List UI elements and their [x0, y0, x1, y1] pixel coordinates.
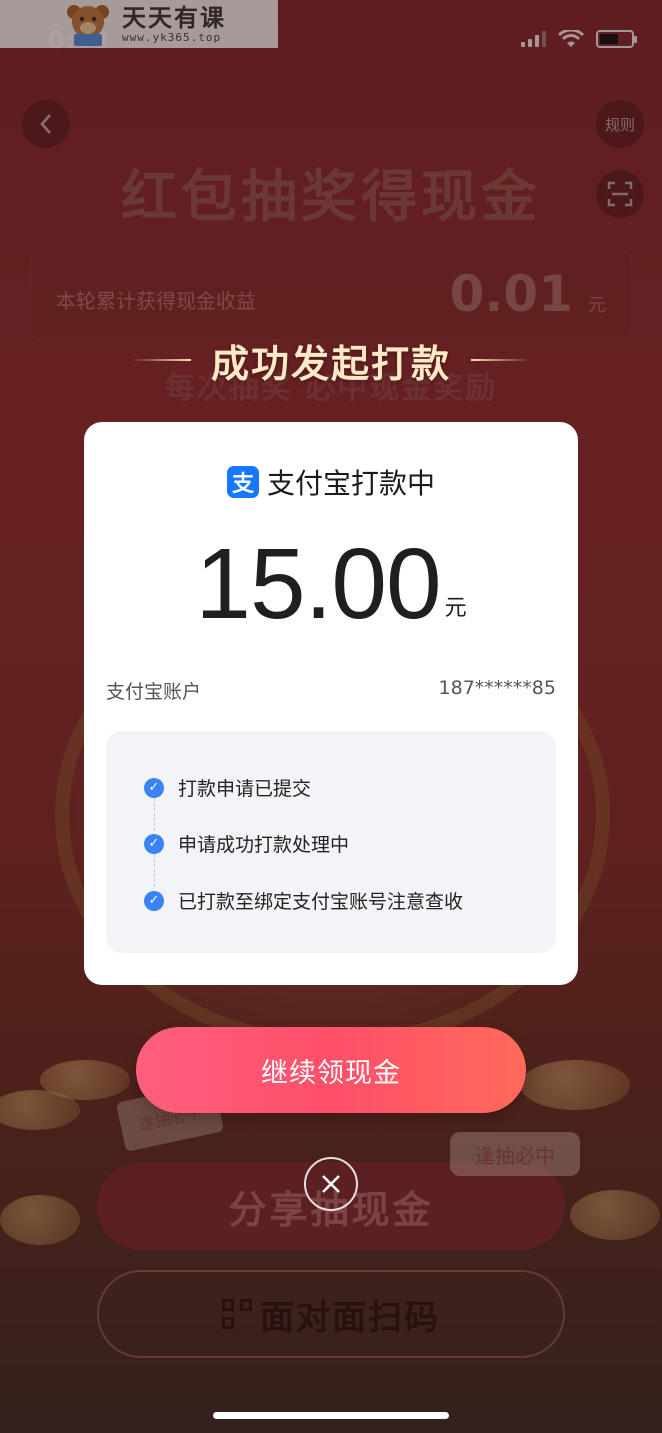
card-header: 支 支付宝打款中 — [84, 462, 578, 502]
step-item: ✓ 申请成功打款处理中 — [144, 830, 349, 857]
progress-steps: ✓ 打款申请已提交 ✓ 申请成功打款处理中 ✓ 已打款至绑定支付宝账号注意查收 — [106, 731, 556, 953]
heading-divider-left — [130, 359, 191, 361]
step-text: 申请成功打款处理中 — [178, 834, 350, 856]
amount-row: 15.00 元 — [84, 534, 578, 634]
check-icon: ✓ — [144, 890, 164, 911]
success-title: 成功发起打款 — [210, 341, 451, 386]
success-heading: 成功发起打款 — [0, 332, 662, 388]
payout-card: 支 支付宝打款中 15.00 元 支付宝账户 187******85 ✓ 打款申… — [84, 422, 578, 985]
home-indicator[interactable] — [213, 1412, 449, 1419]
step-item: ✓ 已打款至绑定支付宝账号注意查收 — [144, 887, 463, 914]
continue-button[interactable]: 继续领现金 — [136, 1027, 526, 1113]
step-connector — [154, 798, 155, 831]
amount-unit: 元 — [444, 596, 467, 621]
check-icon: ✓ — [144, 777, 164, 798]
payout-amount: 15.00 — [195, 528, 441, 640]
step-text: 已打款至绑定支付宝账号注意查收 — [178, 891, 464, 913]
close-icon — [322, 1175, 340, 1193]
card-title: 支付宝打款中 — [266, 467, 435, 500]
heading-divider-right — [471, 359, 531, 361]
check-icon: ✓ — [144, 833, 164, 854]
step-item: ✓ 打款申请已提交 — [144, 774, 311, 801]
step-connector — [154, 854, 155, 887]
account-label: 支付宝账户 — [106, 681, 202, 703]
close-button[interactable] — [304, 1157, 358, 1211]
step-text: 打款申请已提交 — [178, 778, 312, 800]
alipay-icon: 支 — [226, 466, 259, 498]
account-value: 187******85 — [438, 677, 556, 699]
